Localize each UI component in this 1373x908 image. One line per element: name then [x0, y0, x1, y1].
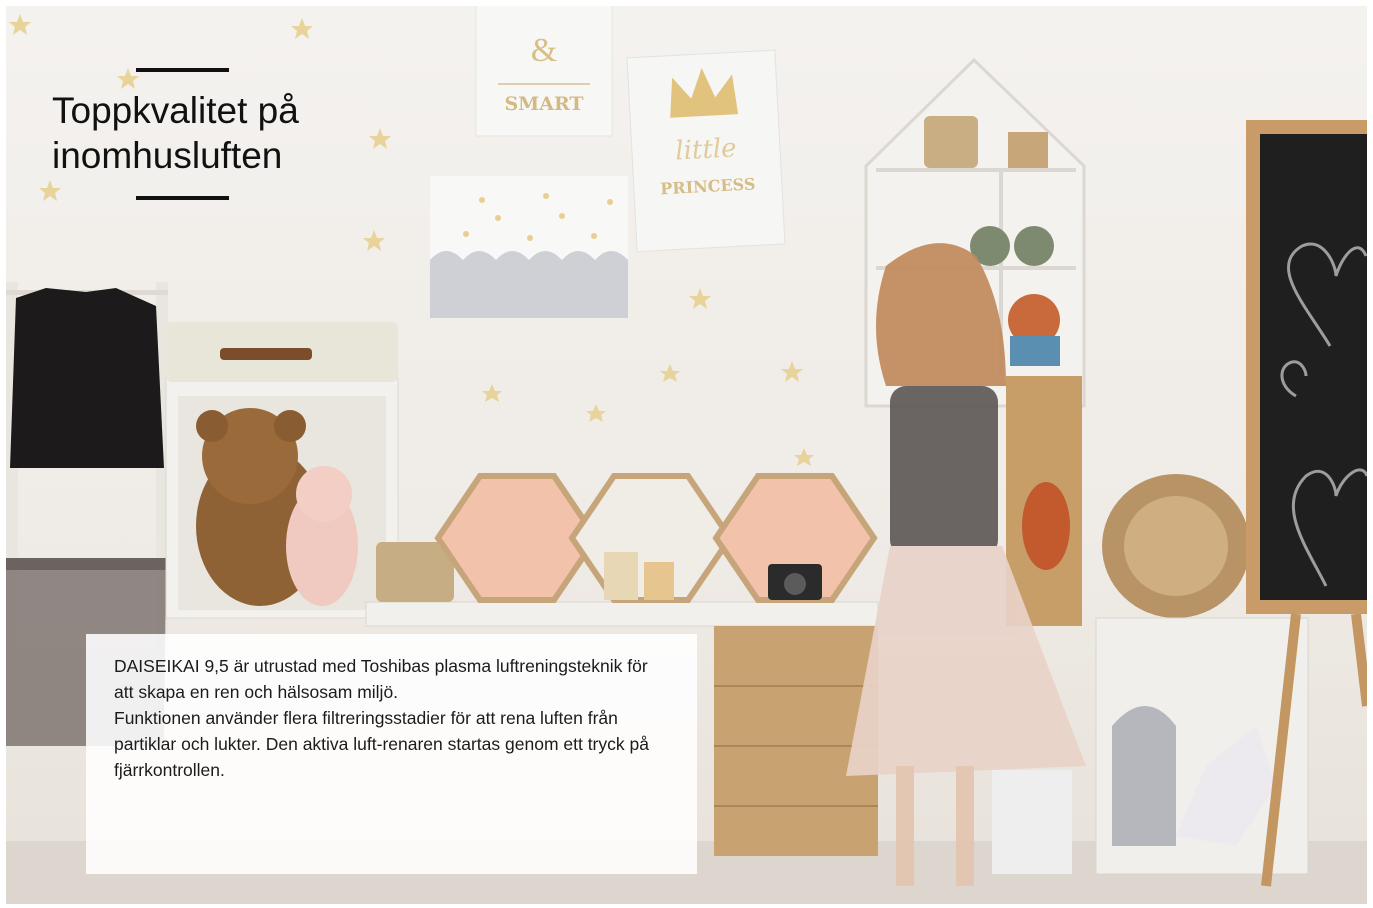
headline-block: Toppkvalitet på inomhusluften [52, 68, 412, 200]
white-crate-left [165, 322, 399, 619]
poster-ampersand: & [531, 32, 557, 69]
description-paragraph-2: Funktionen använder flera filtreringssta… [114, 708, 649, 780]
black-cardigan [10, 288, 164, 468]
poster-smart-text: SMART [504, 93, 583, 115]
shelf-counter [365, 601, 879, 627]
woven-basket [376, 542, 454, 602]
poster-clouds [430, 176, 628, 318]
headline-rule-bottom [136, 196, 229, 200]
headline-line-1: Toppkvalitet på [52, 90, 299, 131]
pencil-cup [604, 552, 638, 600]
headline: Toppkvalitet på inomhusluften [52, 88, 412, 178]
plush-fox [1022, 482, 1070, 570]
hero-banner: & SMART little PRINCESS Toppkvalitet på … [6, 6, 1367, 904]
description-paragraph-1: DAISEIKAI 9,5 är utrustad med Toshibas p… [114, 656, 648, 702]
poster-smart [475, 6, 613, 137]
description-box: DAISEIKAI 9,5 är utrustad med Toshibas p… [86, 634, 697, 874]
poster-little-text: little [675, 133, 738, 166]
poster-princess: little PRINCESS [626, 49, 786, 253]
headline-line-2: inomhusluften [52, 135, 283, 176]
headline-rule-top [136, 68, 229, 72]
